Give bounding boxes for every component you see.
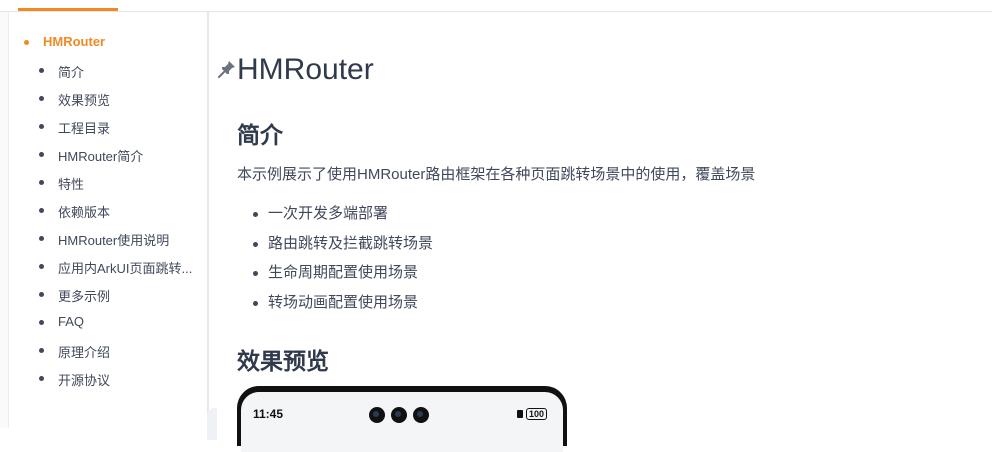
list-item: 路由跳转及拦截跳转场景 [237,232,433,262]
pin-icon[interactable] [218,60,236,78]
toc-item-arkui-nav[interactable]: 应用内ArkUI页面跳转... [39,258,193,277]
list-item: 转场动画配置使用场景 [237,291,433,321]
toc-item-label: 更多示例 [58,289,111,304]
toc-item-more-examples[interactable]: 更多示例 [39,286,111,305]
toc-item-label: FAQ [58,314,85,329]
list-item-text: 生命周期配置使用场景 [268,264,419,281]
bullet-icon [253,300,258,306]
toc-item-project-dir[interactable]: 工程目录 [39,118,111,137]
bullet-icon [39,292,44,297]
toc-item-label: HMRouter简介 [58,149,144,164]
camera-icon [413,407,429,423]
list-item: 一次开发多端部署 [237,202,433,232]
active-tab-indicator [18,8,118,11]
battery-icon: 100 [526,408,548,420]
toc-item-label: 效果预览 [58,93,111,108]
feature-list: 一次开发多端部署 路由跳转及拦截跳转场景 生命周期配置使用场景 转场动画配置使用… [237,202,433,320]
top-bar [0,0,992,12]
bullet-icon [39,180,44,185]
toc-item-features[interactable]: 特性 [39,174,85,193]
toc-sidebar: HMRouter 简介 效果预览 工程目录 HMRouter简介 特性 依赖版本 [9,12,217,440]
toc-item-dependency[interactable]: 依赖版本 [39,202,111,221]
bullet-icon [39,124,44,129]
list-item: 生命周期配置使用场景 [237,261,433,291]
bullet-icon [253,271,258,276]
toc-item-license[interactable]: 开源协议 [39,370,111,389]
bullet-icon [39,236,44,241]
camera-icon [369,407,385,423]
toc-item-principle[interactable]: 原理介绍 [39,342,111,361]
toc-item-label: HMRouter [43,34,106,49]
toc-item-faq[interactable]: FAQ [39,314,85,329]
toc-item-label: 应用内ArkUI页面跳转... [58,261,193,276]
toc-item-label: 开源协议 [58,373,111,388]
phone-status-time: 11:45 [253,407,284,421]
toc-item-label: 原理介绍 [58,345,111,360]
bullet-icon [39,264,44,269]
toc-item-label: 依赖版本 [58,205,111,220]
left-edge-strip [0,12,9,428]
sidebar-resize-handle[interactable] [207,408,217,440]
camera-icon [391,407,407,423]
preview-phone-image: 11:45 100 [237,386,567,452]
toc-item-preview[interactable]: 效果预览 [39,90,111,109]
phone-status-icons: 100 [517,408,548,420]
toc-item-hmrouter-intro[interactable]: HMRouter简介 [39,146,144,165]
toc-item-hmrouter[interactable]: HMRouter [24,34,106,49]
page-title: HMRouter [237,53,374,86]
bullet-icon [253,212,258,217]
bullet-icon [39,96,44,101]
phone-screen: 11:45 100 [241,392,563,452]
list-item-text: 转场动画配置使用场景 [268,293,419,311]
toc-item-label: 特性 [58,177,85,192]
bullet-icon [253,241,258,247]
toc-item-label: HMRouter使用说明 [58,233,170,248]
bullet-icon [24,40,29,45]
bullet-icon [39,376,44,381]
bullet-icon [39,208,44,213]
article-content: HMRouter 简介 本示例展示了使用HMRouter路由框架在各种页面跳转场… [218,12,988,452]
bullet-icon [39,152,44,157]
bullet-icon [39,68,44,73]
section-heading-preview: 效果预览 [237,348,329,374]
intro-paragraph: 本示例展示了使用HMRouter路由框架在各种页面跳转场景中的使用，覆盖场景 [237,166,756,183]
list-item-text: 一次开发多端部署 [268,205,389,222]
toc-item-usage[interactable]: HMRouter使用说明 [39,230,170,249]
toc-item-intro[interactable]: 简介 [39,62,85,81]
bullet-icon [39,320,44,325]
toc-item-label: 简介 [58,65,85,80]
section-heading-intro: 简介 [237,122,283,148]
bullet-icon [39,348,44,353]
list-item-text: 路由跳转及拦截跳转场景 [268,234,434,252]
toc-item-label: 工程目录 [58,121,111,136]
lock-icon [517,410,523,418]
